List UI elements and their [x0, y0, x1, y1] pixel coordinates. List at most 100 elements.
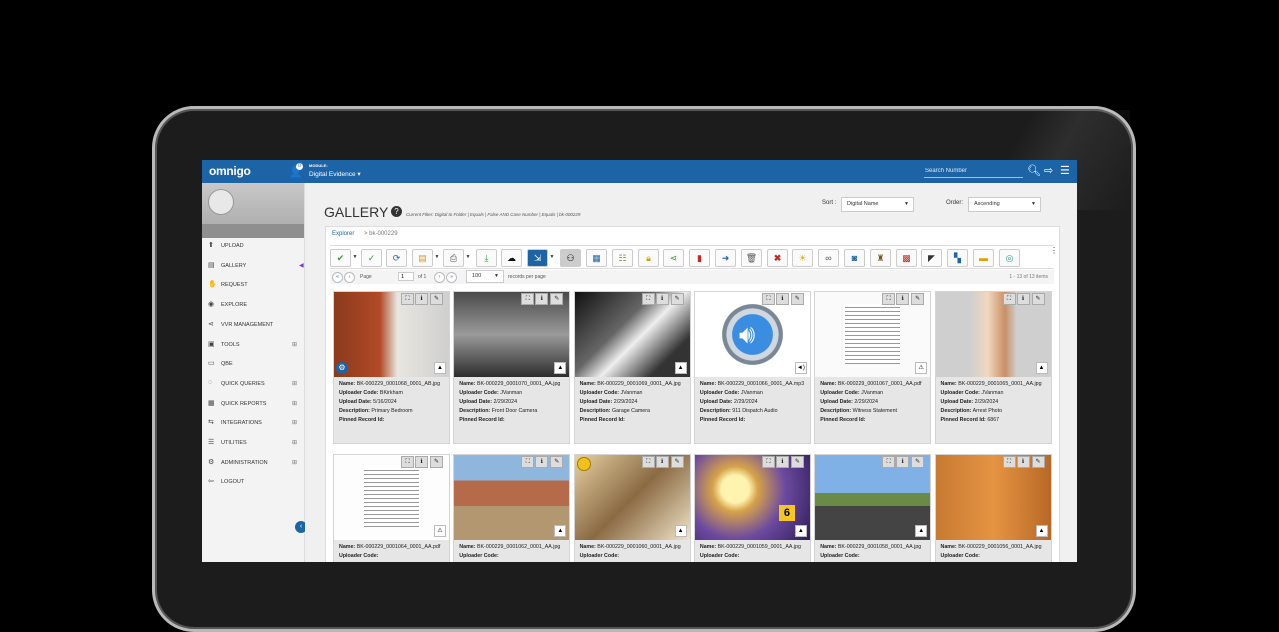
folder-icon[interactable]: ▬ [973, 249, 994, 267]
calendar-icon[interactable]: ▦ [586, 249, 607, 267]
info-icon[interactable]: ℹ [655, 456, 669, 468]
expand-icon[interactable]: ⛶ [761, 293, 775, 305]
sidebar-item-explore[interactable]: ◉ EXPLORE [202, 296, 304, 315]
expand-icon[interactable]: ⛶ [882, 456, 896, 468]
help-icon[interactable]: ? [391, 206, 402, 217]
breadcrumb-explorer[interactable]: Explorer [332, 231, 354, 237]
expand-icon[interactable]: ⛶ [641, 456, 655, 468]
select-all-icon[interactable]: ✔ [330, 249, 351, 267]
tag-icon[interactable]: ◤ [921, 249, 942, 267]
edit-icon[interactable]: ✎ [911, 293, 925, 305]
print-icon[interactable]: ⎙ [443, 249, 464, 267]
edit-icon[interactable]: ✎ [430, 456, 443, 468]
evidence-thumbnail[interactable]: ⛶ ℹ ✎ ⚠ [334, 455, 449, 540]
menu-icon[interactable]: ☰ [1060, 164, 1070, 177]
share-icon[interactable]: ⋖ [663, 249, 684, 267]
list-icon[interactable]: ☷ [612, 249, 633, 267]
sun-icon[interactable]: ☀ [792, 249, 813, 267]
sidebar-item-vvr-management[interactable]: ⋖ VVR MANAGEMENT [202, 316, 304, 335]
lock-icon[interactable]: 🔒︎ [638, 249, 659, 267]
clipboard-icon[interactable]: ▤ [412, 249, 433, 267]
sidebar-item-gallery[interactable]: ▤ GALLERY [202, 257, 304, 276]
binoculars-icon[interactable]: ⚇ [560, 249, 581, 267]
gallery-card[interactable]: ⛶ ℹ ✎ ▲ Name: BK-000229_0001058_0001_AA.jpg U… [814, 454, 932, 562]
page-input[interactable] [398, 272, 414, 281]
send-icon[interactable]: ➜ [715, 249, 736, 267]
expand-icon[interactable]: ⛶ [882, 293, 896, 305]
evidence-thumbnail[interactable]: ⛶ ℹ ✎ ▲ [815, 455, 931, 540]
chevron-down-icon[interactable]: ▼ [464, 249, 472, 265]
edit-icon[interactable]: ✎ [670, 293, 684, 305]
gallery-card[interactable]: 6 ⛶ ℹ ✎ ▲ Name: BK-000229_0001059_0001_AA.jpg… [693, 454, 811, 562]
prev-page-button[interactable]: ‹ [344, 272, 355, 283]
refresh-icon[interactable]: ⟳ [386, 249, 407, 267]
gallery-card[interactable]: ⛶ ℹ ✎ ▲ Name: BK-000229_0001062_0001_AA.jpg U… [453, 454, 571, 562]
trash-icon[interactable]: 🗑︎ [741, 249, 762, 267]
sidebar-item-administration[interactable]: ⚙ ADMINISTRATION ⊞ [202, 454, 304, 473]
gallery-card[interactable]: ⛶ ℹ ✎ ▲ Name: BK-000229_0001060_0001_AA.jpg U… [573, 454, 691, 562]
circle-icon[interactable]: ◎ [999, 249, 1020, 267]
info-icon[interactable]: ℹ [775, 293, 789, 305]
edit-icon[interactable]: ✎ [790, 456, 804, 468]
expand-icon[interactable]: ⊞ [292, 419, 297, 426]
info-icon[interactable]: ℹ [655, 293, 669, 305]
chevron-down-icon[interactable]: ▼ [548, 249, 556, 265]
module-selector[interactable]: Digital Evidence ▾ [309, 170, 361, 178]
sidebar-item-tools[interactable]: ▣ TOOLS ⊞ [202, 336, 304, 355]
close-icon[interactable]: ✖ [767, 249, 788, 267]
edit-icon[interactable]: ✎ [550, 456, 564, 468]
sidebar-item-quick-queries[interactable]: ◌ QUICK QUERIES ⊞ [202, 375, 304, 394]
edit-icon[interactable]: ✎ [790, 293, 804, 305]
sidebar-item-quick-reports[interactable]: ▦ QUICK REPORTS ⊞ [202, 395, 304, 414]
edit-icon[interactable]: ✎ [911, 456, 925, 468]
expand-icon[interactable]: ⛶ [1002, 293, 1016, 305]
edit-icon[interactable]: ✎ [550, 293, 564, 305]
expand-icon[interactable]: ⛶ [761, 456, 775, 468]
sidebar-item-utilities[interactable]: ☰ UTILITIES ⊞ [202, 434, 304, 453]
info-icon[interactable]: ℹ [415, 293, 428, 305]
edit-icon[interactable]: ✎ [670, 456, 684, 468]
search-input[interactable] [924, 164, 1023, 178]
info-icon[interactable]: ℹ [535, 293, 549, 305]
expand-icon[interactable]: ⛶ [1002, 456, 1016, 468]
expand-icon[interactable]: ⊞ [292, 459, 297, 466]
gear-icon[interactable]: ⚙ [336, 362, 348, 374]
evidence-thumbnail[interactable]: ⛶ ℹ ✎ ▲ [574, 455, 690, 540]
info-icon[interactable]: ℹ [415, 456, 428, 468]
search-icon[interactable]: 🔍︎ [1027, 164, 1041, 177]
last-page-button[interactable]: » [446, 272, 457, 283]
pdf-icon[interactable]: ▮ [689, 249, 710, 267]
gallery-card[interactable]: ⛶ ℹ ✎ ▲ Name: BK-000229_0001070_0001_AA.jpg U… [453, 291, 571, 444]
bottle-icon[interactable]: ♜ [870, 249, 891, 267]
evidence-thumbnail[interactable]: ⛶ ℹ ✎ ⚠ [815, 292, 931, 377]
grid-icon[interactable]: ▚ [947, 249, 968, 267]
expand-icon[interactable]: ⛶ [401, 293, 414, 305]
sidebar-item-request[interactable]: ✋ REQUEST [202, 276, 304, 295]
info-icon[interactable]: ℹ [896, 293, 910, 305]
expand-icon[interactable]: ⛶ [521, 456, 535, 468]
evidence-thumbnail[interactable]: ⚙ ⛶ ℹ ✎ ▲ [334, 292, 449, 377]
evidence-thumbnail[interactable]: ⛶ ℹ ✎ ▲ [935, 455, 1051, 540]
expand-icon[interactable]: ⊞ [292, 400, 297, 407]
info-icon[interactable]: ℹ [896, 456, 910, 468]
per-page-select[interactable]: 100 ▼ [466, 270, 504, 283]
cloud-download-icon[interactable]: ☁ [501, 249, 522, 267]
evidence-thumbnail[interactable]: ⛶ ℹ ✎ ▲ [454, 455, 570, 540]
chevron-down-icon[interactable]: ▼ [433, 249, 441, 265]
expand-icon[interactable]: ⛶ [401, 456, 414, 468]
edit-icon[interactable]: ✎ [1031, 456, 1045, 468]
camera-icon[interactable]: ◙ [844, 249, 865, 267]
gallery-card[interactable]: ⛶ ℹ ✎ ⚠ Name: BK-000229_0001067_0001_AA.pdf U… [814, 291, 932, 444]
expand-icon[interactable]: ⛶ [521, 293, 535, 305]
sidebar-item-integrations[interactable]: ⇆ INTEGRATIONS ⊞ [202, 414, 304, 433]
more-options-icon[interactable]: ⋮ [1050, 246, 1058, 255]
info-icon[interactable]: ℹ [1016, 293, 1030, 305]
info-icon[interactable]: ℹ [775, 456, 789, 468]
info-icon[interactable]: ℹ [1016, 456, 1030, 468]
evidence-thumbnail[interactable]: ⛶ ℹ ✎ ▲ [935, 292, 1051, 377]
next-page-button[interactable]: › [434, 272, 445, 283]
expand-icon[interactable]: ⛶ [641, 293, 655, 305]
evidence-thumbnail[interactable]: 6 ⛶ ℹ ✎ ▲ [694, 455, 810, 540]
evidence-thumbnail[interactable]: 🔊︎ ⛶ ℹ ✎ ◄) [694, 292, 810, 377]
gallery-card[interactable]: ⛶ ℹ ✎ ▲ Name: BK-000229_0001065_0001_AA.jpg U… [934, 291, 1052, 444]
